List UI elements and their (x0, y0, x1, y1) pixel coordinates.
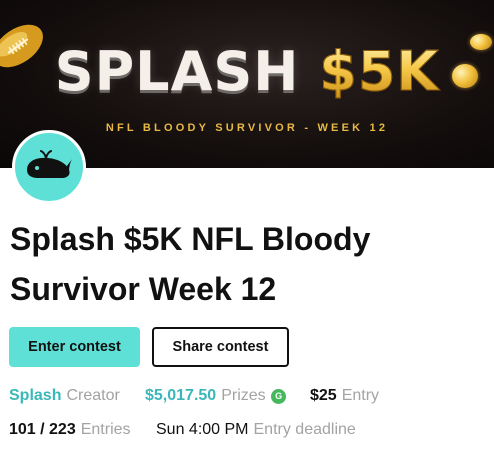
creator-link[interactable]: Splash (9, 387, 61, 404)
prizes-label: Prizes (221, 387, 266, 404)
banner-title-word1: SPLASH (54, 40, 300, 103)
deadline-value: Sun 4:00 PM (156, 421, 249, 438)
deadline-label: Entry deadline (253, 421, 356, 438)
page-title: Splash $5K NFL Bloody Survivor Week 12 (10, 221, 371, 307)
entries-meta: 101 / 223 Entries (9, 420, 131, 440)
creator-meta: Splash Creator (9, 386, 120, 406)
avatar (12, 130, 86, 204)
entry-fee-label: Entry (341, 387, 380, 404)
banner-subtitle: NFL BLOODY SURVIVOR - WEEK 12 (105, 122, 389, 134)
whale-icon (27, 150, 72, 178)
deadline-meta: Sun 4:00 PM Entry deadline (156, 420, 356, 440)
g-badge-icon: G (271, 389, 287, 404)
share-contest-button[interactable]: Share contest (152, 327, 289, 367)
prizes-value: $5,017.50 (145, 387, 217, 404)
banner-title-word2: $5K (319, 40, 440, 103)
entry-fee-meta: $25 Entry (310, 386, 379, 406)
entries-label: Entries (80, 421, 131, 438)
entry-fee-value: $25 (310, 387, 337, 404)
enter-contest-button[interactable]: Enter contest (9, 327, 140, 367)
creator-label: Creator (66, 387, 120, 404)
entries-value: 101 / 223 (9, 421, 76, 438)
prizes-meta: $5,017.50 Prizes G (145, 386, 287, 406)
banner-title: SPLASH $5K (0, 40, 494, 103)
